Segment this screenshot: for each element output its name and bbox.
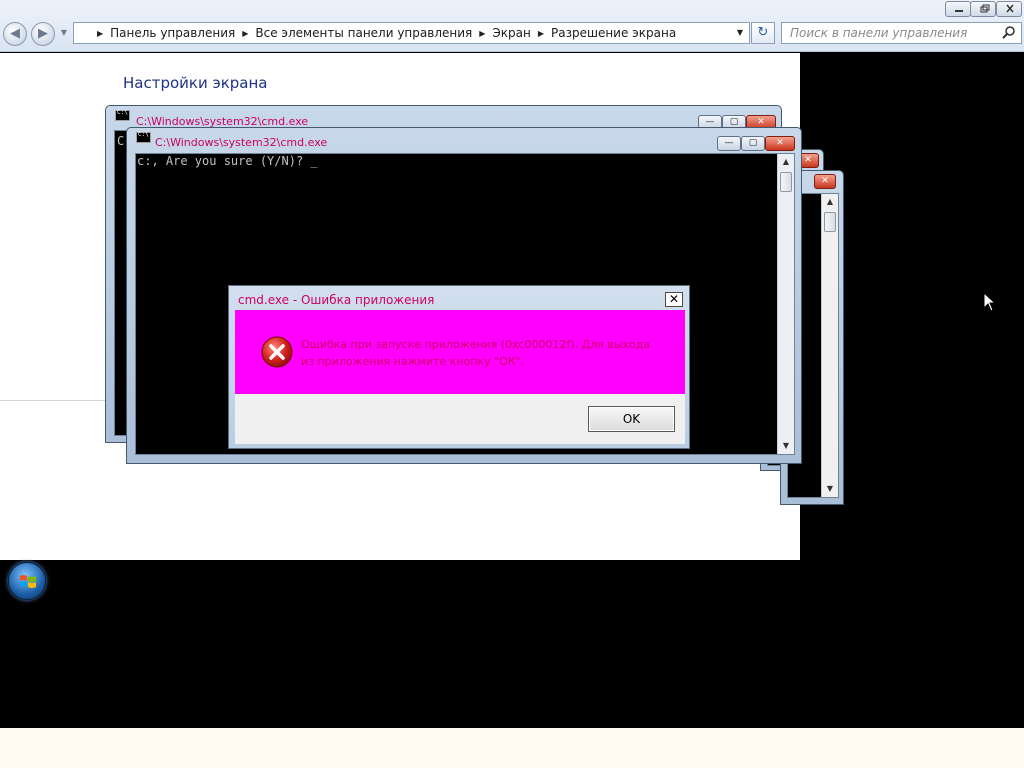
breadcrumb-label: Все элементы панели управления <box>255 26 473 40</box>
window-title: C:\Windows\system32\cmd.exe <box>155 136 328 149</box>
close-button[interactable]: ✕ <box>814 174 836 189</box>
ok-button[interactable]: OK <box>588 406 675 432</box>
restore-button[interactable] <box>970 1 996 17</box>
breadcrumb-item[interactable]: ▶ Разрешение экрана <box>531 23 676 43</box>
search-box[interactable] <box>781 22 1022 44</box>
breadcrumb-label: Панель управления <box>110 26 236 40</box>
scroll-thumb[interactable] <box>780 172 792 192</box>
cmd-icon <box>115 109 130 121</box>
search-input[interactable] <box>782 23 992 43</box>
vertical-scrollbar[interactable]: ▲ ▼ <box>821 194 838 497</box>
page-title: Настройки экрана <box>123 74 268 92</box>
refresh-button[interactable]: ↻ <box>751 22 775 44</box>
scroll-thumb[interactable] <box>824 212 836 232</box>
windows-flag-icon <box>20 575 36 588</box>
scroll-down-icon[interactable]: ▼ <box>822 481 838 497</box>
explorer-navbar: ◀ ▶ ▼ ▶ Панель управления ▶ Все элементы п… <box>0 0 1024 52</box>
minimize-button[interactable]: — <box>717 136 741 151</box>
start-button[interactable] <box>8 562 46 600</box>
divider <box>0 400 106 401</box>
scroll-up-icon[interactable]: ▲ <box>822 194 838 210</box>
error-dialog[interactable]: cmd.exe - Ошибка приложения ✕ Ошибка при… <box>228 285 690 449</box>
vertical-scrollbar[interactable]: ▲ ▼ <box>777 154 794 454</box>
close-button[interactable]: ✕ <box>765 136 795 151</box>
address-bar[interactable]: ▶ Панель управления ▶ Все элементы панели … <box>73 22 750 44</box>
dialog-message: Ошибка при запуске приложения (0xc000012… <box>301 338 651 368</box>
scroll-up-icon[interactable]: ▲ <box>778 154 794 170</box>
back-button[interactable]: ◀ <box>3 22 27 46</box>
close-window-button[interactable] <box>996 1 1022 17</box>
cursor-icon <box>983 292 997 312</box>
terminal-text: C <box>117 134 125 148</box>
restore-icon <box>980 4 990 13</box>
terminal-text: c:, Are you sure (Y/N)? _ <box>137 154 318 168</box>
recent-pages-dropdown[interactable]: ▼ <box>58 27 70 39</box>
scroll-down-icon[interactable]: ▼ <box>778 438 794 454</box>
address-dropdown-icon[interactable]: ▼ <box>733 25 747 41</box>
breadcrumb-item[interactable]: ▶ Экран <box>472 23 531 43</box>
forward-icon: ▶ <box>38 26 48 41</box>
breadcrumb-label: Экран <box>492 26 531 40</box>
error-icon <box>261 336 293 368</box>
close-icon <box>1006 4 1014 13</box>
search-icon[interactable] <box>1001 25 1017 41</box>
breadcrumb-item[interactable]: ▶ Все элементы панели управления <box>235 23 472 43</box>
refresh-icon: ↻ <box>757 25 769 40</box>
close-icon: ✕ <box>668 292 680 306</box>
maximize-button[interactable]: ▢ <box>741 136 765 151</box>
minimize-button[interactable] <box>945 1 971 17</box>
forward-button[interactable]: ▶ <box>31 22 55 46</box>
breadcrumb-item[interactable]: ▶ Панель управления <box>90 23 235 43</box>
minimize-icon <box>955 10 963 12</box>
dialog-title: cmd.exe - Ошибка приложения <box>238 293 435 307</box>
dialog-close-button[interactable]: ✕ <box>665 292 683 307</box>
bottom-strip <box>0 728 1024 768</box>
cmd-icon <box>136 131 151 143</box>
breadcrumb-label: Разрешение экрана <box>551 26 677 40</box>
dialog-body: Ошибка при запуске приложения (0xc000012… <box>235 310 685 444</box>
back-icon: ◀ <box>10 26 20 41</box>
message-area: Ошибка при запуске приложения (0xc000012… <box>235 310 685 394</box>
